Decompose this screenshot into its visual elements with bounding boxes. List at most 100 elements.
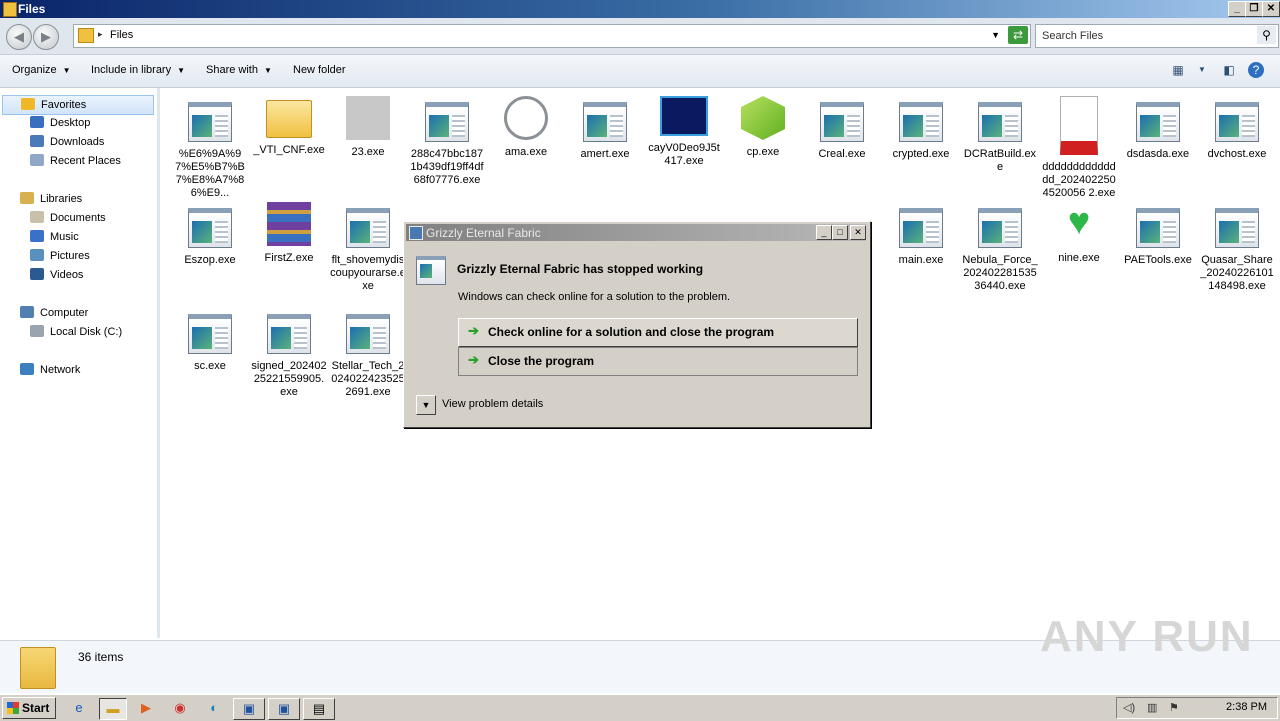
close-program-label: Close the program bbox=[488, 354, 595, 368]
address-bar[interactable]: ▸ Files ▼ ⇄ bbox=[73, 24, 1031, 48]
organize-button[interactable]: Organize ▼ bbox=[12, 64, 71, 76]
file-item[interactable]: 23.exe bbox=[330, 96, 406, 159]
organize-label: Organize bbox=[12, 64, 57, 76]
edge-icon[interactable]: ◐ bbox=[201, 698, 227, 718]
dialog-title: Grizzly Eternal Fabric bbox=[426, 226, 541, 240]
file-item[interactable]: sc.exe bbox=[172, 308, 248, 373]
navigation-pane: Favorites Desktop Downloads Recent Place… bbox=[0, 88, 160, 638]
file-item[interactable]: crypted.exe bbox=[883, 96, 959, 161]
file-item[interactable]: Stellar_Tech_20240224235252691.exe bbox=[330, 308, 406, 399]
nav-local-disk[interactable]: Local Disk (C:) bbox=[30, 323, 122, 341]
file-name: PAETools.exe bbox=[1124, 254, 1192, 266]
file-item[interactable]: signed_20240225221559905.exe bbox=[251, 308, 327, 399]
new-folder-button[interactable]: New folder bbox=[293, 64, 346, 76]
explorer-icon[interactable]: ▬ bbox=[99, 698, 127, 720]
window-title-bar[interactable]: Files _ ❐ ✕ bbox=[0, 0, 1280, 18]
start-button[interactable]: Start bbox=[2, 697, 56, 719]
chrome-icon[interactable]: ◉ bbox=[167, 698, 193, 718]
file-item[interactable]: %E6%9A%97%E5%B7%B7%E8%A7%86%E9... bbox=[172, 96, 248, 200]
dialog-maximize-button[interactable]: □ bbox=[832, 225, 848, 240]
view-options-icon[interactable]: ▦ bbox=[1169, 62, 1187, 78]
file-item[interactable]: _VTI_CNF.exe bbox=[251, 96, 327, 157]
file-name: main.exe bbox=[898, 254, 944, 266]
nav-favorites[interactable]: Favorites bbox=[2, 95, 154, 115]
file-item[interactable]: main.exe bbox=[883, 202, 959, 267]
app-window-icon[interactable]: ▣ bbox=[268, 698, 300, 720]
window-title: Files bbox=[18, 2, 46, 16]
address-path[interactable]: Files bbox=[110, 29, 133, 41]
close-program-button[interactable]: ➔ Close the program bbox=[458, 347, 858, 376]
nav-music[interactable]: Music bbox=[30, 228, 79, 246]
network-tray-icon[interactable]: ▥ bbox=[1147, 701, 1157, 714]
forward-button[interactable]: ▶ bbox=[33, 24, 59, 50]
file-item[interactable]: dsdasda.exe bbox=[1120, 96, 1196, 161]
dialog-minimize-button[interactable]: _ bbox=[816, 225, 832, 240]
file-item[interactable]: cayV0Deo9J5t417.exe bbox=[646, 96, 722, 168]
pdf-icon bbox=[1060, 96, 1098, 155]
nav-downloads-label: Downloads bbox=[50, 136, 105, 148]
file-item[interactable]: ama.exe bbox=[488, 96, 564, 159]
file-item[interactable]: flt_shovemydiscoupyourarse.exe bbox=[330, 202, 406, 293]
file-item[interactable]: Quasar_Share_20240226101148498.exe bbox=[1199, 202, 1275, 293]
nav-network-label: Network bbox=[40, 364, 81, 376]
clock[interactable]: 2:38 PM bbox=[1226, 701, 1267, 713]
nav-videos[interactable]: Videos bbox=[30, 266, 83, 284]
chevron-down-icon[interactable]: ▼ bbox=[416, 395, 436, 415]
nav-libraries[interactable]: Libraries bbox=[20, 190, 82, 208]
file-name: Quasar_Share_20240226101148498.exe bbox=[1200, 254, 1274, 292]
nav-downloads[interactable]: Downloads bbox=[30, 133, 104, 151]
file-item[interactable]: DCRatBuild.exe bbox=[962, 96, 1038, 174]
close-button[interactable]: ✕ bbox=[1262, 1, 1280, 17]
dialog-title-bar[interactable]: Grizzly Eternal Fabric _ □ ✕ bbox=[406, 224, 866, 241]
watermark-logo: ANY RUN bbox=[1040, 612, 1254, 661]
check-online-button[interactable]: ➔ Check online for a solution and close … bbox=[458, 318, 858, 347]
dialog-window-icon[interactable]: ▤ bbox=[303, 698, 335, 720]
media-player-icon[interactable]: ▶ bbox=[133, 698, 159, 718]
chevron-down-icon[interactable]: ▼ bbox=[1193, 62, 1211, 78]
ie-icon[interactable]: e bbox=[66, 698, 92, 718]
folder-icon bbox=[266, 100, 312, 138]
file-item[interactable]: 288c47bbc1871b439df19ff4df68f07776.exe bbox=[409, 96, 485, 187]
windows-logo-icon bbox=[7, 702, 19, 714]
dialog-close-button[interactable]: ✕ bbox=[850, 225, 866, 240]
search-input[interactable]: Search Files ⚲ bbox=[1035, 24, 1279, 48]
nav-network[interactable]: Network bbox=[20, 361, 80, 379]
nav-recent-places[interactable]: Recent Places bbox=[30, 152, 121, 170]
exe-icon bbox=[425, 102, 469, 142]
refresh-icon[interactable]: ⇄ bbox=[1008, 26, 1028, 44]
file-item[interactable]: PAETools.exe bbox=[1120, 202, 1196, 267]
help-icon[interactable]: ? bbox=[1248, 62, 1264, 78]
program-icon bbox=[416, 256, 446, 285]
back-button[interactable]: ◀ bbox=[6, 24, 32, 50]
chevron-down-icon: ▼ bbox=[62, 66, 71, 75]
nav-desktop[interactable]: Desktop bbox=[30, 114, 90, 132]
file-item[interactable]: cp.exe bbox=[725, 96, 801, 159]
preview-pane-icon[interactable]: ◧ bbox=[1220, 62, 1238, 78]
archive-icon bbox=[267, 202, 311, 246]
minimize-button[interactable]: _ bbox=[1228, 1, 1246, 17]
file-item[interactable]: dddddddddddddd_2024022504520056 2.exe bbox=[1041, 96, 1117, 200]
dialog-heading: Grizzly Eternal Fabric has stopped worki… bbox=[457, 262, 704, 276]
restore-button[interactable]: ❐ bbox=[1245, 1, 1263, 17]
flag-icon[interactable]: ⚑ bbox=[1169, 701, 1179, 714]
dialog-message: Windows can check online for a solution … bbox=[458, 291, 731, 303]
nav-pictures[interactable]: Pictures bbox=[30, 247, 90, 265]
file-item[interactable]: Creal.exe bbox=[804, 96, 880, 161]
nav-computer[interactable]: Computer bbox=[20, 304, 88, 322]
file-item[interactable]: dvchost.exe bbox=[1199, 96, 1275, 161]
file-item[interactable]: Nebula_Force_20240228153536440.exe bbox=[962, 202, 1038, 293]
view-details-link[interactable]: View problem details bbox=[442, 398, 543, 410]
file-item[interactable]: amert.exe bbox=[567, 96, 643, 161]
file-item[interactable]: Eszop.exe bbox=[172, 202, 248, 267]
share-with-button[interactable]: Share with ▼ bbox=[206, 64, 272, 76]
nav-documents[interactable]: Documents bbox=[30, 209, 106, 227]
chevron-right-icon[interactable]: ▸ bbox=[98, 29, 103, 40]
file-item[interactable]: FirstZ.exe bbox=[251, 202, 327, 265]
search-icon[interactable]: ⚲ bbox=[1257, 26, 1276, 44]
chevron-down-icon[interactable]: ▼ bbox=[991, 30, 1000, 40]
app-window-icon[interactable]: ▣ bbox=[233, 698, 265, 720]
volume-icon[interactable]: ◁) bbox=[1123, 701, 1135, 714]
file-item[interactable]: ♥ nine.exe bbox=[1041, 202, 1117, 265]
file-name: Creal.exe bbox=[818, 148, 866, 160]
include-in-library-button[interactable]: Include in library ▼ bbox=[91, 64, 185, 76]
